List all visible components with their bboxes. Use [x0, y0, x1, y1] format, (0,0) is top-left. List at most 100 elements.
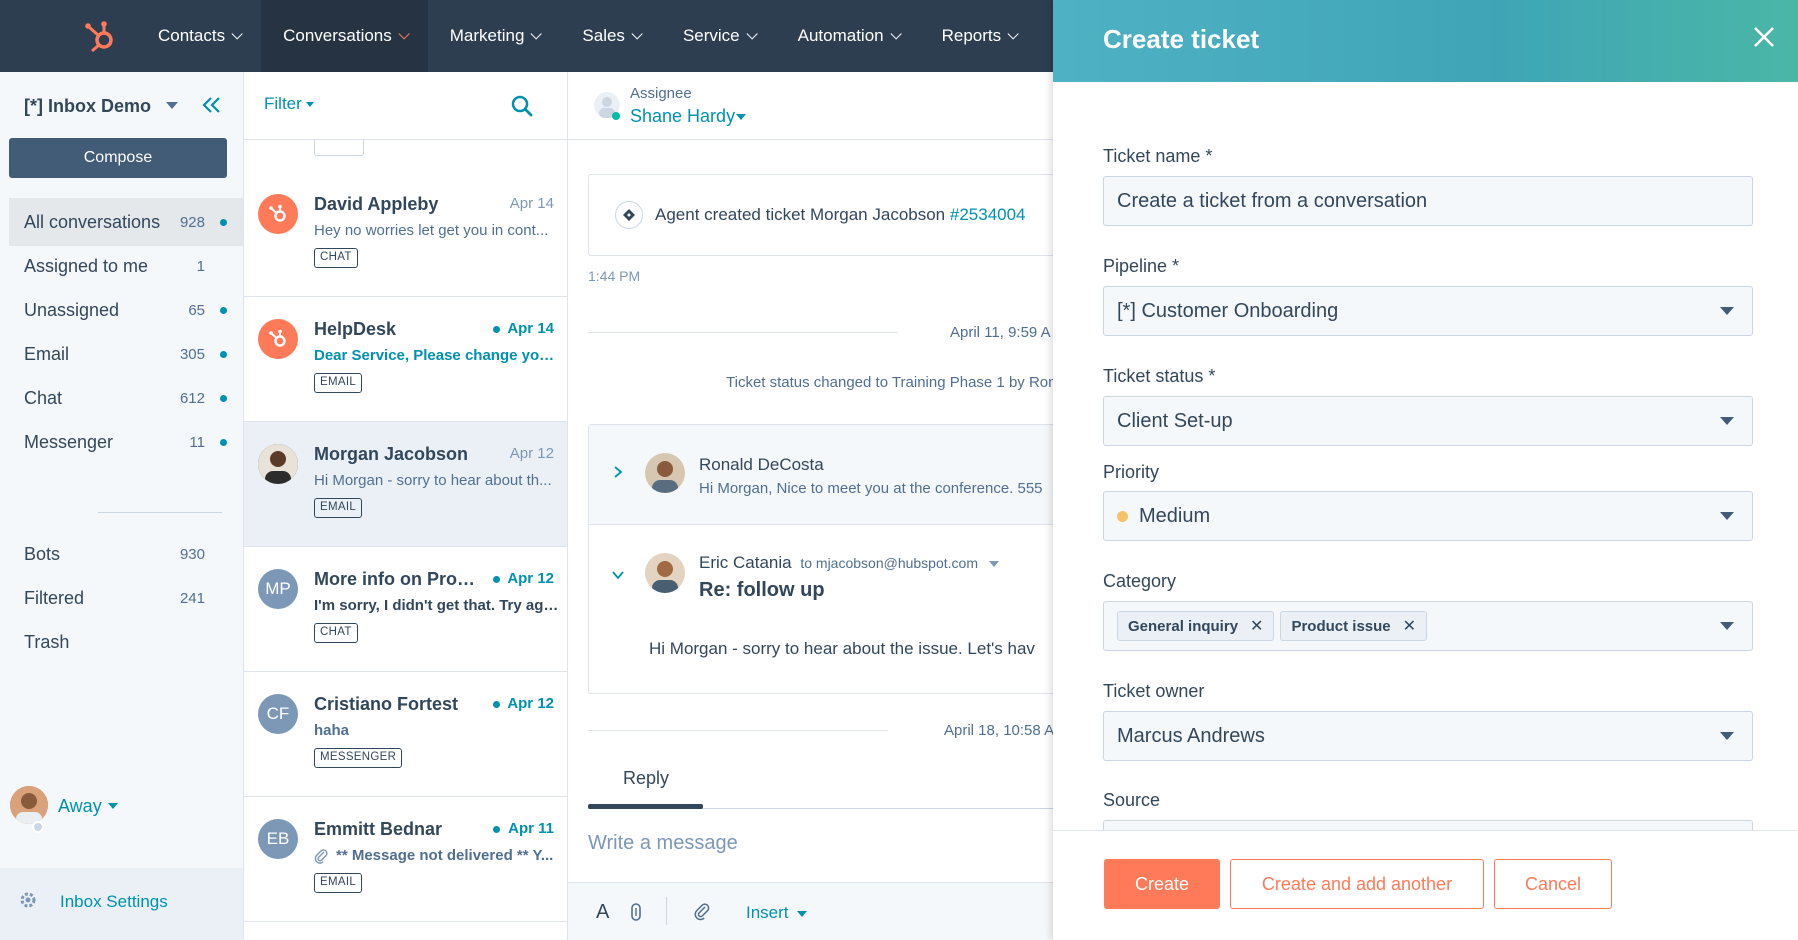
sidebar-item-all-conversations[interactable]: All conversations 928	[9, 198, 243, 246]
pipeline-select[interactable]: [*] Customer Onboarding	[1103, 286, 1753, 336]
conversation-item-more-info[interactable]: MP More info on Produ... Apr 12 I'm sorr…	[244, 547, 567, 672]
sidebar-item-count: 612	[179, 389, 205, 407]
nav-contacts-label: Contacts	[158, 26, 226, 45]
chevron-right-icon[interactable]	[613, 465, 623, 484]
nav-automation[interactable]: Automation	[776, 0, 920, 72]
filter-label: Filter	[264, 94, 302, 113]
initials-avatar: MP	[258, 569, 298, 609]
chevron-down-icon[interactable]	[108, 803, 118, 809]
chevron-down-icon[interactable]	[988, 560, 999, 567]
sidebar-item-chat[interactable]: Chat 612	[9, 374, 243, 422]
conversation-date: Apr 12	[507, 570, 554, 587]
sidebar-item-label: Email	[24, 343, 70, 364]
unread-dot	[493, 826, 500, 833]
ticket-name-input[interactable]: Create a ticket from a conversation	[1103, 176, 1753, 226]
compose-button[interactable]: Compose	[9, 138, 227, 178]
message-subject: Re: follow up	[699, 579, 825, 601]
attachment-icon[interactable]	[694, 903, 710, 926]
remove-chip-icon[interactable]: ✕	[1250, 616, 1263, 636]
unread-dot	[493, 701, 500, 708]
collapse-sidebar-icon[interactable]	[200, 94, 224, 118]
nav-service[interactable]: Service	[661, 0, 776, 72]
nav-contacts[interactable]: Contacts	[136, 0, 261, 72]
partial-tag	[314, 140, 364, 156]
unread-dot	[220, 438, 227, 446]
category-multiselect[interactable]: General inquiry ✕ Product issue ✕	[1103, 601, 1753, 651]
sidebar-item-trash[interactable]: Trash	[9, 618, 243, 666]
snippet-icon[interactable]	[630, 903, 642, 926]
active-tab-indicator	[588, 804, 703, 809]
hubspot-avatar-icon	[258, 319, 298, 359]
ticket-name-label: Ticket name *	[1103, 146, 1213, 166]
sidebar-item-count: 11	[189, 433, 205, 451]
insert-dropdown[interactable]: Insert	[746, 903, 808, 923]
chevron-down-icon	[398, 28, 410, 40]
sidebar-item-email[interactable]: Email 305	[9, 330, 243, 378]
filter-dropdown[interactable]: Filter	[264, 94, 314, 114]
conversation-item-david-appleby[interactable]: David Appleby Apr 14 Hey no worries let …	[244, 172, 567, 297]
search-icon[interactable]	[510, 94, 534, 118]
conversation-item-helpdesk[interactable]: HelpDesk Apr 14 Dear Service, Please cha…	[244, 297, 567, 422]
create-button[interactable]: Create	[1104, 859, 1220, 909]
inbox-settings-link[interactable]: Inbox Settings	[60, 892, 168, 912]
sidebar-item-unassigned[interactable]: Unassigned 65	[9, 286, 243, 334]
nav-conversations[interactable]: Conversations	[261, 0, 428, 72]
unread-dot	[220, 350, 227, 358]
sidebar-item-label: All conversations	[24, 211, 161, 232]
conversation-preview: haha	[314, 722, 350, 739]
conversation-item-morgan-jacobson[interactable]: Morgan Jacobson Apr 12 Hi Morgan - sorry…	[244, 422, 567, 547]
ticket-status-select[interactable]: Client Set-up	[1103, 396, 1753, 446]
ticket-status-value: Client Set-up	[1117, 409, 1233, 432]
inbox-name[interactable]: [*] Inbox Demo	[24, 96, 151, 117]
availability-status[interactable]: Away	[58, 796, 102, 817]
conversation-preview: I'm sorry, I didn't get that. Try aga...	[314, 597, 560, 614]
nav-marketing[interactable]: Marketing	[428, 0, 561, 72]
unread-dot	[220, 218, 227, 226]
assignee-dropdown[interactable]: Shane Hardy	[630, 106, 735, 127]
sidebar-item-assigned-to-me[interactable]: Assigned to me 1	[9, 242, 243, 290]
message-input[interactable]: Write a message	[588, 832, 738, 855]
chevron-down-icon[interactable]	[736, 114, 746, 120]
chevron-down-icon	[1720, 417, 1734, 425]
close-icon[interactable]	[1749, 22, 1779, 52]
nav-reports[interactable]: Reports	[920, 0, 1038, 72]
nav-sales[interactable]: Sales	[560, 0, 661, 72]
conversation-item-emmitt-bednar[interactable]: EB Emmitt Bednar Apr 11 ** Message not d…	[244, 797, 567, 922]
hubspot-logo-icon[interactable]	[64, 0, 136, 72]
user-avatar[interactable]	[10, 786, 48, 824]
channel-tag: CHAT	[314, 248, 358, 268]
sidebar-item-label: Bots	[24, 543, 61, 564]
sender-avatar	[645, 453, 685, 493]
ticket-owner-select[interactable]: Marcus Andrews	[1103, 711, 1753, 761]
conversation-list-header: Filter	[244, 72, 567, 140]
tab-reply[interactable]: Reply	[623, 768, 669, 789]
chevron-down-icon	[746, 28, 758, 40]
message-header: Eric Catania to mjacobson@hubspot.com	[699, 553, 999, 573]
nav-reports-label: Reports	[941, 26, 1002, 45]
inbox-settings-bar[interactable]: Inbox Settings	[0, 868, 243, 940]
channel-tag: CHAT	[314, 623, 358, 643]
category-label: Category	[1103, 571, 1177, 591]
ticket-owner-value: Marcus Andrews	[1117, 724, 1265, 747]
sidebar-item-bots[interactable]: Bots 930	[9, 530, 243, 578]
create-and-add-another-button[interactable]: Create and add another	[1230, 859, 1484, 909]
sidebar-item-messenger[interactable]: Messenger 11	[9, 418, 243, 466]
inbox-dropdown-icon[interactable]	[166, 102, 178, 109]
conversation-name: Cristiano Fortest	[314, 694, 459, 714]
ticket-event-text: created ticket Morgan Jacobson	[704, 205, 946, 224]
ticket-link[interactable]: #2534004	[950, 205, 1026, 224]
chevron-down-icon	[530, 28, 543, 40]
date-divider: April 18, 10:58 A	[944, 722, 1053, 739]
priority-select[interactable]: Medium	[1103, 491, 1753, 541]
text-format-icon[interactable]: A	[596, 901, 609, 924]
cancel-button[interactable]: Cancel	[1494, 859, 1612, 909]
conversation-name: HelpDesk	[314, 319, 397, 339]
chevron-down-icon[interactable]	[611, 567, 625, 585]
conversation-item-cristiano-fortest[interactable]: CF Cristiano Fortest Apr 12 haha MESSENG…	[244, 672, 567, 797]
priority-label: Priority	[1103, 462, 1160, 482]
remove-chip-icon[interactable]: ✕	[1403, 616, 1416, 636]
source-select[interactable]	[1103, 820, 1753, 830]
conversation-preview: Hi Morgan - sorry to hear about th...	[314, 472, 552, 489]
sidebar-item-filtered[interactable]: Filtered 241	[9, 574, 243, 622]
chevron-down-icon	[1720, 732, 1734, 740]
